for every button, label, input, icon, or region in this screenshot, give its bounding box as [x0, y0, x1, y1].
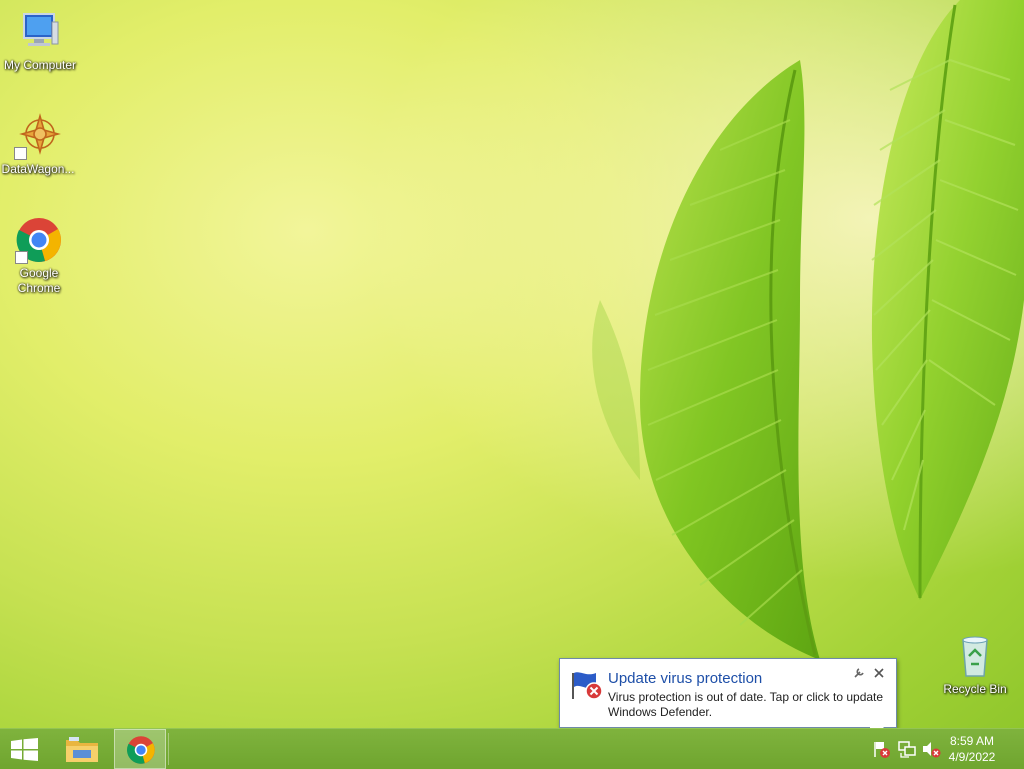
desktop-wallpaper — [0, 0, 1024, 728]
taskbar-file-explorer[interactable] — [56, 729, 108, 769]
network-icon — [898, 741, 916, 758]
flag-warning-icon — [874, 742, 890, 758]
network-tray-button[interactable] — [897, 739, 917, 759]
recycle-bin-icon — [951, 632, 999, 680]
defender-flag-icon — [570, 669, 604, 701]
volume-tray-button[interactable] — [921, 739, 941, 759]
taskbar-clock[interactable]: 8:59 AM 4/9/2022 — [942, 733, 1002, 765]
notification-body: Virus protection is out of date. Tap or … — [608, 690, 884, 719]
action-center-tray-button[interactable] — [872, 739, 892, 759]
clock-date: 4/9/2022 — [948, 750, 996, 764]
taskbar: 8:59 AM 4/9/2022 — [0, 728, 1024, 769]
taskbar-divider — [168, 733, 169, 765]
computer-icon — [16, 8, 64, 56]
desktop-icon-label: My Computer — [3, 58, 77, 72]
shortcut-arrow-icon — [15, 251, 28, 264]
desktop-icon-my-computer[interactable]: My Computer — [0, 8, 80, 73]
file-explorer-icon — [66, 737, 98, 762]
shortcut-arrow-icon — [14, 147, 27, 160]
desktop-icon-label: Google Chrome — [17, 266, 61, 295]
notification-title: Update virus protection — [608, 670, 763, 687]
desktop-icon-label: DataWagon... — [1, 162, 75, 176]
volume-muted-icon — [923, 742, 941, 758]
chrome-icon — [127, 736, 155, 764]
taskbar-chrome[interactable] — [114, 729, 166, 769]
notification-balloon[interactable]: Update virus protection Virus protection… — [559, 658, 897, 728]
desktop-icon-datawagon[interactable]: DataWagon... — [0, 112, 78, 177]
desktop-icon-label: Recycle Bin — [943, 682, 1007, 696]
clock-time: 8:59 AM — [949, 734, 995, 748]
windows-logo-icon — [11, 738, 38, 761]
notification-options-icon[interactable] — [852, 667, 866, 681]
desktop-icon-recycle-bin[interactable]: Recycle Bin — [935, 632, 1015, 697]
datawagon-icon — [14, 112, 62, 160]
notification-close-button[interactable] — [872, 667, 886, 681]
chrome-icon — [15, 216, 63, 264]
start-button[interactable] — [0, 729, 48, 769]
desktop-icon-google-chrome[interactable]: Google Chrome — [0, 216, 79, 296]
